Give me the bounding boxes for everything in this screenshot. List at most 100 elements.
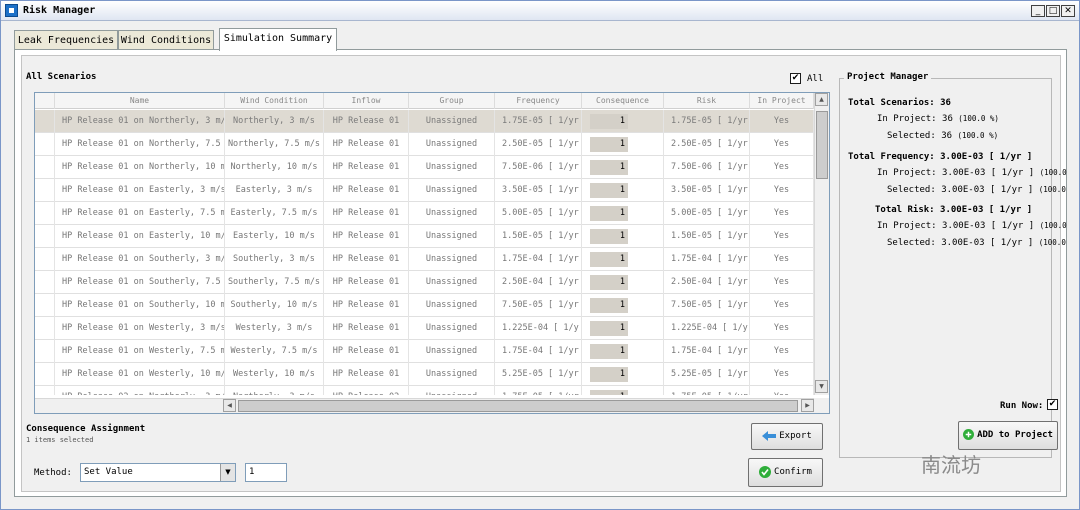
- add-to-project-button[interactable]: ADD to Project: [958, 421, 1058, 450]
- cell-name: HP Release 01 on Westerly, 7.5 m/:: [55, 340, 225, 363]
- cell-frequency: 1.225E-04 [ 1/y: [495, 317, 582, 340]
- table-row[interactable]: HP Release 01 on Westerly, 7.5 m/: Wester…: [35, 340, 814, 363]
- cell-consequence[interactable]: 1: [582, 248, 664, 271]
- risk-in-project: In Project: 3.00E-03 [ 1/yr ] (100.0: [877, 221, 1067, 231]
- consequence-value[interactable]: 1: [590, 344, 628, 359]
- horizontal-scroll-thumb[interactable]: [238, 400, 798, 412]
- cell-consequence[interactable]: 1: [582, 225, 664, 248]
- row-selector[interactable]: [35, 179, 55, 202]
- consequence-value[interactable]: 1: [590, 298, 628, 313]
- header-wind-condition[interactable]: Wind Condition: [225, 93, 324, 109]
- row-selector[interactable]: [35, 133, 55, 156]
- scroll-down-icon[interactable]: ▼: [815, 380, 828, 393]
- row-selector[interactable]: [35, 248, 55, 271]
- method-select[interactable]: Set Value ▼: [80, 463, 236, 482]
- close-button[interactable]: ✕: [1061, 5, 1075, 17]
- consequence-value[interactable]: 1: [590, 114, 628, 129]
- row-selector[interactable]: [35, 294, 55, 317]
- table-row[interactable]: HP Release 01 on Northerly, 7.5 m Norther…: [35, 133, 814, 156]
- cell-in-project: Yes: [750, 271, 814, 294]
- row-selector[interactable]: [35, 340, 55, 363]
- table-row[interactable]: HP Release 01 on Westerly, 3 m/s Westerly…: [35, 317, 814, 340]
- cell-consequence[interactable]: 1: [582, 156, 664, 179]
- row-selector[interactable]: [35, 156, 55, 179]
- row-selector[interactable]: [35, 317, 55, 340]
- cell-group: Unassigned: [409, 110, 495, 133]
- table-row[interactable]: HP Release 02 on Northerly, 3 m/sNorther…: [35, 386, 814, 395]
- row-selector[interactable]: [35, 110, 55, 133]
- table-row[interactable]: HP Release 01 on Westerly, 10 m/s Westerl…: [35, 363, 814, 386]
- cell-in-project: Yes: [750, 340, 814, 363]
- scroll-up-icon[interactable]: ▲: [815, 93, 828, 106]
- row-selector[interactable]: [35, 363, 55, 386]
- minimize-button[interactable]: _: [1031, 5, 1045, 17]
- add-to-project-label: ADD to Project: [977, 430, 1053, 440]
- vertical-scrollbar[interactable]: ▲ ▼: [814, 93, 829, 395]
- cell-consequence[interactable]: 1: [582, 294, 664, 317]
- table-row[interactable]: HP Release 01 on Easterly, 7.5 m/: Easter…: [35, 202, 814, 225]
- consequence-value[interactable]: 1: [590, 367, 628, 382]
- consequence-value[interactable]: 1: [590, 229, 628, 244]
- row-selector[interactable]: [35, 271, 55, 294]
- confirm-button[interactable]: Confirm: [748, 458, 823, 487]
- consequence-value[interactable]: 1: [590, 206, 628, 221]
- cell-inflow: HP Release 01: [324, 340, 409, 363]
- consequence-value[interactable]: 1: [590, 183, 628, 198]
- header-risk[interactable]: Risk: [664, 93, 750, 109]
- row-selector[interactable]: [35, 202, 55, 225]
- tab-simulation-summary[interactable]: Simulation Summary: [219, 28, 337, 51]
- vertical-scroll-thumb[interactable]: [816, 111, 828, 179]
- cell-name: HP Release 01 on Northerly, 3 m/s: [55, 110, 225, 133]
- consequence-value-input[interactable]: 1: [245, 463, 287, 482]
- cell-in-project: Yes: [750, 133, 814, 156]
- table-row[interactable]: HP Release 01 on Southerly, 10 m/s Southe…: [35, 294, 814, 317]
- run-now-checkbox[interactable]: ✔: [1047, 399, 1058, 410]
- consequence-value[interactable]: 1: [590, 160, 628, 175]
- cell-consequence[interactable]: 1: [582, 363, 664, 386]
- chevron-down-icon[interactable]: ▼: [220, 464, 235, 481]
- table-row[interactable]: HP Release 01 on Southerly, 7.5 m, Southe…: [35, 271, 814, 294]
- consequence-value[interactable]: 1: [590, 321, 628, 336]
- table-row[interactable]: HP Release 01 on Easterly, 10 m/s Easterl…: [35, 225, 814, 248]
- tab-wind-conditions[interactable]: Wind Conditions: [118, 30, 214, 50]
- cell-wind-condition: Northerly, 3 m/s: [225, 110, 324, 133]
- header-consequence[interactable]: Consequence: [582, 93, 664, 109]
- cell-frequency: 1.75E-04 [ 1/yr: [495, 248, 582, 271]
- consequence-value[interactable]: 1: [590, 390, 628, 395]
- table-row[interactable]: HP Release 01 on Easterly, 3 m/s Easterly…: [35, 179, 814, 202]
- cell-consequence[interactable]: 1: [582, 340, 664, 363]
- horizontal-scrollbar[interactable]: ◀ ▶: [35, 398, 814, 413]
- consequence-value[interactable]: 1: [590, 275, 628, 290]
- scroll-left-icon[interactable]: ◀: [223, 399, 236, 412]
- consequence-value[interactable]: 1: [590, 252, 628, 267]
- export-button[interactable]: Export: [751, 423, 823, 450]
- consequence-value[interactable]: 1: [590, 137, 628, 152]
- cell-frequency: 5.25E-05 [ 1/yr: [495, 363, 582, 386]
- row-selector[interactable]: [35, 225, 55, 248]
- cell-consequence[interactable]: 1: [582, 179, 664, 202]
- all-checkbox[interactable]: ✔: [790, 73, 801, 84]
- row-selector[interactable]: [35, 386, 55, 395]
- header-group[interactable]: Group: [409, 93, 495, 109]
- table-row[interactable]: HP Release 01 on Northerly, 3 m/s Norther…: [35, 110, 814, 133]
- consequence-assignment-title: Consequence Assignment: [26, 424, 146, 434]
- scroll-right-icon[interactable]: ▶: [801, 399, 814, 412]
- maximize-button[interactable]: □: [1046, 5, 1060, 17]
- tab-leak-frequencies[interactable]: Leak Frequencies: [14, 30, 118, 50]
- header-in-project[interactable]: In Project: [750, 93, 814, 109]
- cell-wind-condition: Westerly, 10 m/s: [225, 363, 324, 386]
- header-frequency[interactable]: Frequency: [495, 93, 582, 109]
- cell-consequence[interactable]: 1: [582, 386, 664, 395]
- cell-consequence[interactable]: 1: [582, 317, 664, 340]
- cell-in-project: Yes: [750, 225, 814, 248]
- table-row[interactable]: HP Release 01 on Southerly, 3 m/s Souther…: [35, 248, 814, 271]
- cell-inflow: HP Release 01: [324, 225, 409, 248]
- cell-consequence[interactable]: 1: [582, 202, 664, 225]
- cell-consequence[interactable]: 1: [582, 133, 664, 156]
- table-row[interactable]: HP Release 01 on Northerly, 10 m/Norther…: [35, 156, 814, 179]
- cell-consequence[interactable]: 1: [582, 271, 664, 294]
- header-name[interactable]: Name: [55, 93, 225, 109]
- header-inflow[interactable]: Inflow: [324, 93, 409, 109]
- cell-name: HP Release 01 on Westerly, 3 m/s: [55, 317, 225, 340]
- cell-consequence[interactable]: 1: [582, 110, 664, 133]
